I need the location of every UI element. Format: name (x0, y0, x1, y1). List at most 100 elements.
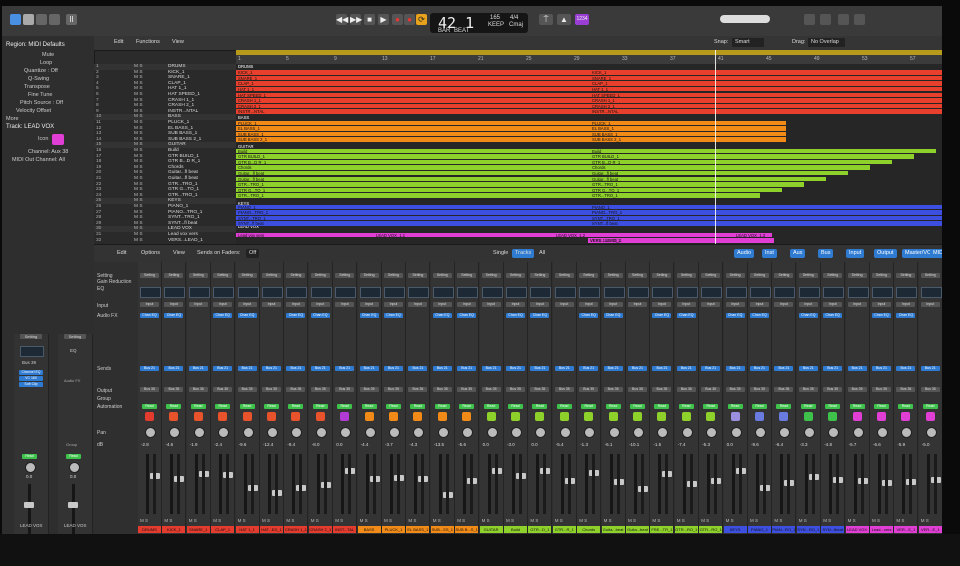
plugin-slot[interactable]: Chan EQ (872, 313, 891, 318)
output-slot[interactable]: Bus 35 (481, 387, 501, 392)
setting-button[interactable]: Setting (432, 273, 452, 278)
time-signature[interactable]: 4/4 (510, 15, 518, 21)
channel-name[interactable]: KEYS (723, 526, 747, 533)
output-slot[interactable]: Bus 35 (628, 387, 647, 392)
tuner-icon[interactable]: ⍑ (539, 14, 553, 25)
send-slot[interactable]: Bus 21 (140, 366, 159, 371)
send-slot[interactable]: Bus 21 (750, 366, 769, 371)
mode-tracks[interactable]: Tracks (512, 249, 535, 258)
channel-name[interactable]: Chords (577, 526, 601, 533)
setting-button[interactable]: Setting (457, 273, 477, 278)
automation-read-button[interactable]: Read (410, 404, 426, 409)
automation-read-button[interactable]: Read (703, 404, 719, 409)
output-slot[interactable]: Bus 35 (408, 387, 428, 392)
input-slot[interactable]: Input (384, 302, 403, 307)
eq-thumbnail[interactable] (20, 346, 44, 357)
track-icon[interactable] (657, 412, 667, 421)
track-icon[interactable] (437, 412, 447, 421)
mixer-filter-button[interactable]: Aux (790, 249, 806, 258)
mute-solo-buttons[interactable]: M S (506, 518, 514, 523)
output-slot[interactable]: Bus 35 (286, 387, 306, 392)
input-slot[interactable]: Input (798, 302, 818, 307)
track-icon[interactable] (389, 412, 398, 421)
output-slot[interactable]: Bus 35 (603, 387, 623, 392)
setting-button[interactable]: Setting (847, 273, 867, 278)
channel-name[interactable]: SYN...RO_1 (796, 526, 820, 533)
send-slot[interactable]: Bus 21 (408, 366, 428, 371)
output-slot[interactable]: Bus 35 (701, 387, 721, 392)
plugin-slot[interactable]: Chan EQ (750, 313, 769, 318)
mode-single[interactable]: Single (490, 249, 511, 258)
track-header-row[interactable]: 32 M S VERS...LEAD_1 (94, 238, 236, 244)
mixer-filter-button[interactable]: Inst (762, 249, 777, 258)
automation-read-button[interactable]: Read (874, 404, 889, 409)
eq-thumbnail[interactable] (750, 287, 771, 298)
automation-read-button[interactable]: Read (483, 404, 499, 409)
output-slot[interactable]: Bus 35 (262, 387, 281, 392)
setting-button[interactable]: Setting (213, 273, 233, 278)
automation-read-button[interactable]: Read (922, 404, 938, 409)
input-slot[interactable]: Input (286, 302, 306, 307)
pan-knob[interactable] (413, 427, 425, 438)
track-icon[interactable] (462, 412, 472, 421)
eq-thumbnail[interactable] (188, 287, 210, 298)
input-slot[interactable]: Input (896, 302, 916, 307)
setting-button[interactable]: Setting (896, 273, 916, 278)
input-slot[interactable]: Input (872, 302, 891, 307)
region[interactable] (236, 232, 772, 238)
region[interactable] (236, 109, 942, 114)
automation-read-button[interactable]: Read (215, 404, 231, 409)
send-slot[interactable]: Bus 21 (262, 366, 281, 371)
output-slot[interactable]: Bus 35 (530, 387, 550, 392)
send-slot[interactable]: Bus 21 (530, 366, 550, 371)
key-readout[interactable]: Cmaj (509, 22, 523, 28)
input-slot[interactable]: Input (847, 302, 867, 307)
output-slot[interactable]: Bus 35 (652, 387, 672, 392)
input-slot[interactable]: Input (262, 302, 281, 307)
region[interactable] (236, 159, 892, 165)
pan-knob[interactable] (803, 427, 815, 438)
region[interactable] (236, 92, 942, 98)
output-slot[interactable]: Bus 35 (359, 387, 379, 392)
track-icon[interactable] (242, 412, 252, 421)
channel-name[interactable]: INST...TAL (333, 526, 357, 533)
automation-read-button[interactable]: Read (581, 404, 597, 409)
pan-knob[interactable] (462, 427, 474, 438)
pan-knob[interactable] (608, 427, 620, 438)
pan-knob[interactable] (291, 427, 303, 438)
send-slot[interactable]: Bus 21 (847, 366, 867, 371)
setting-button[interactable]: Setting (872, 273, 891, 278)
setting-button[interactable]: Setting (920, 273, 940, 278)
input-slot[interactable]: Input (774, 302, 794, 307)
cpu-badge[interactable]: 1234 (575, 14, 589, 25)
eq-thumbnail[interactable] (457, 287, 479, 298)
channel-name[interactable]: LEAD VOX (845, 526, 869, 533)
mute-solo-buttons[interactable]: M S (750, 518, 758, 523)
inspector-transpose[interactable]: Transpose (24, 84, 50, 90)
pan-knob[interactable] (901, 427, 913, 438)
setting-button[interactable]: Setting (701, 273, 721, 278)
send-slot[interactable]: Bus 21 (701, 366, 721, 371)
eq-thumbnail[interactable] (847, 287, 869, 298)
mute-solo-buttons[interactable]: M S (140, 518, 148, 523)
output-slot[interactable]: Bus 35 (335, 387, 355, 392)
region[interactable] (236, 137, 786, 142)
region[interactable] (236, 148, 936, 154)
setting-button[interactable]: Setting (384, 273, 403, 278)
pan-knob[interactable] (242, 427, 254, 438)
output-slot[interactable]: Bus 35 (310, 387, 330, 392)
edit-menu[interactable]: Edit (114, 38, 123, 47)
plugin-slot[interactable]: Chan EQ (725, 313, 745, 318)
output-slot[interactable]: Bus 35 (725, 387, 745, 392)
eq-thumbnail[interactable] (774, 287, 796, 298)
inspector-velocity[interactable]: Velocity Offset (16, 108, 51, 114)
output-slot[interactable]: Bus 35 (506, 387, 525, 392)
send-slot[interactable]: Bus 21 (676, 366, 696, 371)
view-menu[interactable]: View (172, 38, 184, 47)
plugin-slot[interactable]: Chan EQ (579, 313, 599, 318)
mute-solo-buttons[interactable]: M S (384, 518, 392, 523)
automation-read-button[interactable]: Read (459, 404, 475, 409)
plugin-slot[interactable]: Chan EQ (310, 313, 330, 318)
plugin-slot[interactable]: Chan EQ (286, 313, 306, 318)
plugin-slot[interactable]: Chan EQ (432, 313, 452, 318)
